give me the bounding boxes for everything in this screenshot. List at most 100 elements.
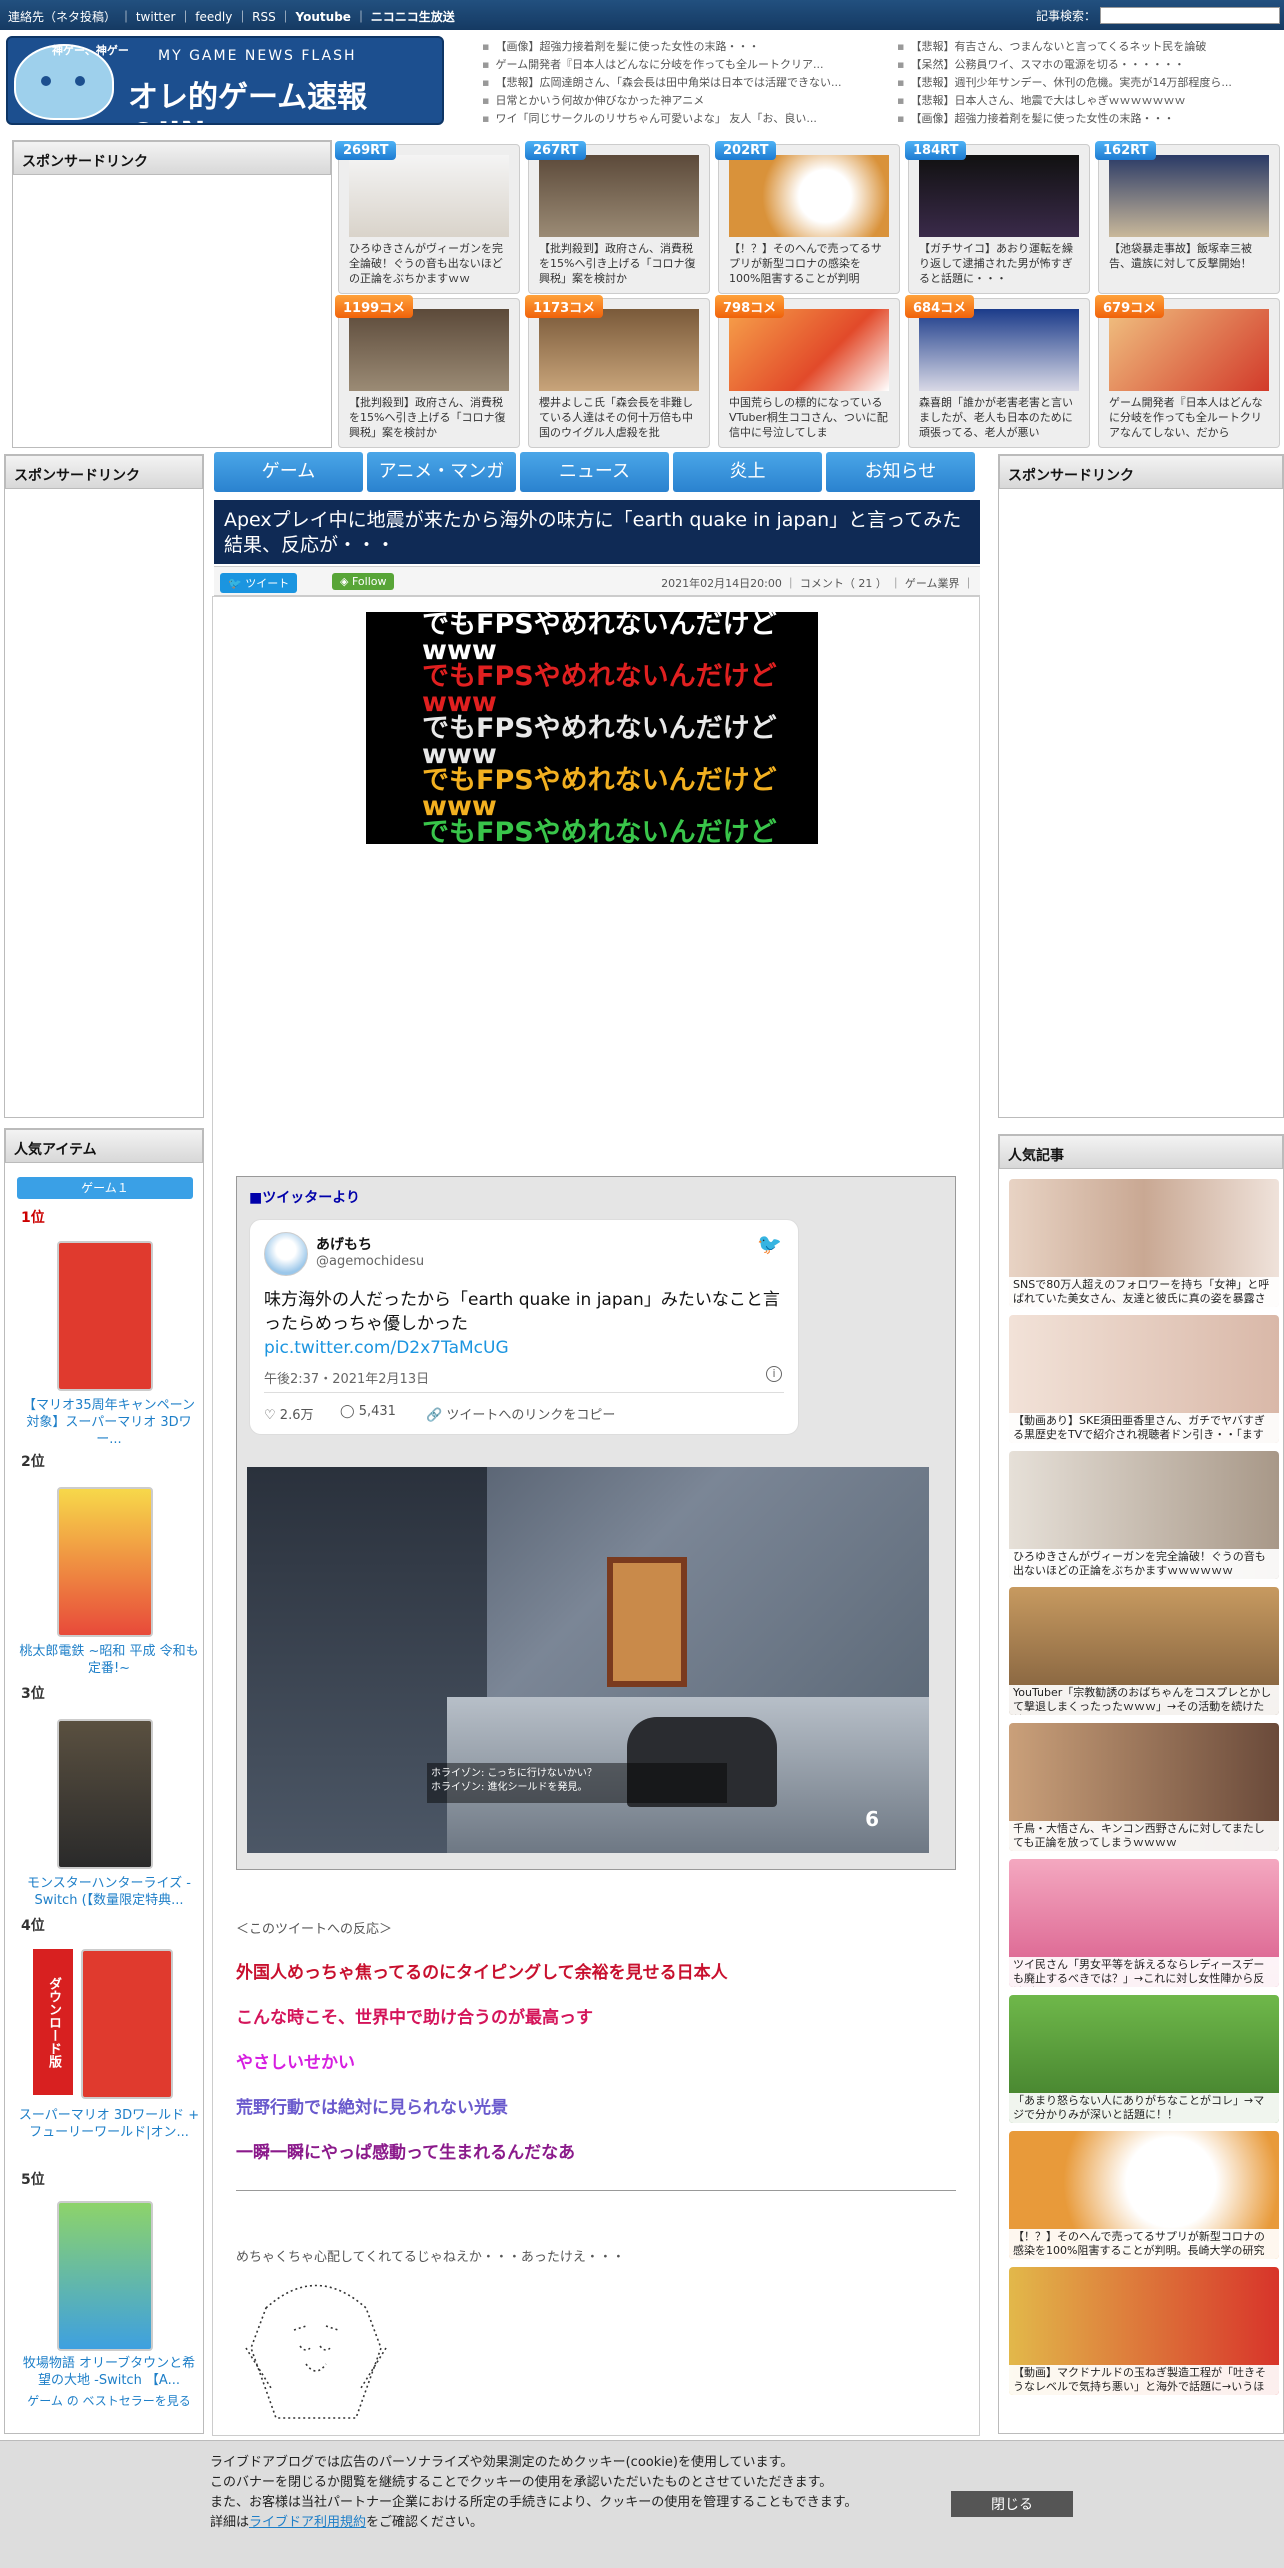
- product-image[interactable]: [57, 1719, 153, 1869]
- popular-article-item[interactable]: 【動画あり】SKE須田亜香里さん、ガチでヤバすぎる黒歴史をTVで紹介され視聴者ド…: [1009, 1315, 1279, 1443]
- avatar[interactable]: [264, 1232, 308, 1276]
- headline-item[interactable]: ▪ ゲーム開発者『日本人はどんなに分岐を作っても全ルートクリア...: [482, 56, 882, 74]
- popular-article-item[interactable]: 【！？】そのへんで売ってるサプリが新型コロナの感染を100%阻害することが判明。…: [1009, 2131, 1279, 2259]
- card-title: 櫻井よしこ氏「森会長を非難している人達はその何十万倍も中国のウイグル人虐殺を批: [539, 396, 693, 439]
- popular-article-item[interactable]: 千鳥・大悟さん、キンコン西野さんに対してまたしても正論を放ってしまうｗｗｗｗ: [1009, 1723, 1279, 1851]
- reactions-heading: ＜このツイートへの反応＞: [236, 1922, 393, 1937]
- rt-badge: 202RT: [715, 141, 777, 160]
- download-ribbon: ダウンロード版: [33, 1949, 73, 2095]
- product-image[interactable]: [57, 1487, 153, 1637]
- headline-item[interactable]: ▪ 【悲報】広岡達朗さん、「森会長は田中角栄は日本では活躍できない...: [482, 74, 882, 92]
- tweet-link[interactable]: pic.twitter.com/D2x7TaMcUG: [264, 1338, 509, 1358]
- headline-item[interactable]: ▪ ワイ「同じサークルのリサちゃん可愛いよな」 友人「お、良い...: [482, 110, 882, 128]
- product-image[interactable]: [57, 1241, 153, 1391]
- popular-article-item[interactable]: 【動画】マクドナルドの玉ねぎ製造工程が「吐きそうなレベルで気持ち悪い」と海外で話…: [1009, 2267, 1279, 2395]
- card-thumbnail: [539, 155, 699, 237]
- ranking-card[interactable]: 684コメ 森喜朗「誰かが老害老害と言いましたが、老人も日本のために頑張ってる、…: [905, 295, 1090, 448]
- popular-article-title: ひろゆきさんがヴィーガンを完全論破！ぐうの音も出ないほどの正論をぶちかますｗｗｗ…: [1009, 1549, 1279, 1579]
- video-subtitle-line: でもFPSやめれないんだけどwww: [422, 817, 777, 844]
- popular-article-item[interactable]: ひろゆきさんがヴィーガンを完全論破！ぐうの音も出ないほどの正論をぶちかますｗｗｗ…: [1009, 1451, 1279, 1579]
- ranking-card[interactable]: 267RT 【批判殺到】政府さん、消費税を15%へ引き上げる「コロナ復興税」案を…: [525, 141, 710, 294]
- sponsor-title: スポンサードリンク: [13, 141, 331, 175]
- rank-label: 4位: [21, 1918, 45, 1934]
- reaction-comment: やさしいせかい: [236, 2053, 355, 2073]
- popular-article-item[interactable]: 「あまり怒らない人にありがちなことがコレ」→マジで分かりみが深いと話題に！！: [1009, 1995, 1279, 2123]
- close-cookie-button[interactable]: 閉じる: [951, 2491, 1073, 2517]
- product-title[interactable]: モンスターハンターライズ -Switch (【数量限定特典...: [17, 1875, 201, 1909]
- video-embed[interactable]: でもFPSやめれないんだけどwww でもFPSやめれないんだけどwww でもFPSや…: [366, 612, 818, 844]
- tweet-button[interactable]: 🐦 ツイート: [220, 573, 298, 593]
- rank-label: 2位: [21, 1454, 45, 1470]
- bestseller-link[interactable]: ゲーム の ベストセラーを見る: [17, 2393, 201, 2410]
- headline-item[interactable]: ▪ 【画像】超強力接着剤を髪に使った女性の末路・・・: [897, 110, 1284, 128]
- ranking-card[interactable]: 269RT ひろゆきさんがヴィーガンを完全論破！ぐうの音も出ないほどの正論をぶち…: [335, 141, 520, 294]
- headline-item[interactable]: ▪ 【呆然】公務員ワイ、スマホの電源を切る・・・・・・: [897, 56, 1284, 74]
- article-title: Apexプレイ中に地震が来たから海外の味方に「earth quake in ja…: [214, 500, 980, 564]
- twitter-logo-icon[interactable]: 🐦: [757, 1232, 782, 1256]
- nav-news[interactable]: ニュース: [520, 452, 669, 492]
- tweet-author-name[interactable]: あげもち: [316, 1234, 372, 1254]
- game-tab[interactable]: ゲーム１: [17, 1177, 193, 1199]
- popular-article-item[interactable]: ツイ民さん「男女平等を訴えるならレディースデーも廃止するべきでは？」→これに対し…: [1009, 1859, 1279, 1987]
- reply-button[interactable]: ◯ 5,431: [340, 1404, 396, 1419]
- rt-badge: 162RT: [1095, 141, 1157, 160]
- headline-item[interactable]: ▪ 【画像】超強力接着剤を髪に使った女性の末路・・・: [482, 38, 882, 56]
- ranking-card[interactable]: 679コメ ゲーム開発者『日本人はどんなに分岐を作っても全ルートクリアなんてしな…: [1095, 295, 1280, 448]
- headline-item[interactable]: ▪ 【悲報】週刊少年サンデー、休刊の危機。実売が14万部程度ら...: [897, 74, 1284, 92]
- feedly-link[interactable]: feedly: [195, 10, 232, 24]
- popular-items-title: 人気アイテム: [5, 1129, 203, 1163]
- search-input[interactable]: [1100, 7, 1280, 24]
- ranking-card[interactable]: 1199コメ 【批判殺到】政府さん、消費税を15%へ引き上げる「コロナ復興税」案…: [335, 295, 520, 448]
- comment-badge: 1173コメ: [525, 295, 604, 318]
- like-button[interactable]: ♡ 2.6万: [264, 1404, 313, 1423]
- aa-caption: めちゃくちゃ心配してくれてるじゃねえか・・・あったけえ・・・: [236, 2250, 625, 2265]
- terms-link[interactable]: ライブドア利用規約: [249, 2515, 366, 2530]
- nav-anime-manga[interactable]: アニメ・マンガ: [367, 452, 516, 492]
- product-title[interactable]: スーパーマリオ 3Dワールド + フューリーワールド|オン...: [17, 2107, 201, 2141]
- popular-article-item[interactable]: YouTuber「宗教勧誘のおばちゃんをコスプレとかして撃退しまくったったｗｗｗ…: [1009, 1587, 1279, 1715]
- follow-button[interactable]: ◈ Follow: [332, 573, 395, 590]
- contact-link[interactable]: 連絡先（ネタ投稿）: [8, 10, 116, 24]
- sponsor-title: スポンサードリンク: [5, 455, 203, 489]
- ranking-card[interactable]: 798コメ 中国荒らしの標的になっているVTuber桐生ココさん、ついに配信中に…: [715, 295, 900, 448]
- tweet-game-screenshot[interactable]: ホライゾン: こっちに行けないかい？ ホライゾン: 進化シールドを発見。 6: [247, 1467, 929, 1853]
- ranking-card[interactable]: 1173コメ 櫻井よしこ氏「森会長を非難している人達はその何十万倍も中国のウイグ…: [525, 295, 710, 448]
- site-logo[interactable]: 神ゲー、神ゲー MY GAME NEWS FLASH オレ的ゲーム速報@JIN: [6, 36, 444, 125]
- headline-item[interactable]: ▪ 【悲報】有吉さん、つまんないと言ってくるネット民を論破: [897, 38, 1284, 56]
- sponsor-box-left: スポンサードリンク: [4, 454, 204, 1118]
- nav-game[interactable]: ゲーム: [214, 452, 363, 492]
- popular-article-item[interactable]: SNSで80万人超えのフォロワーを持ち「女神」と呼ばれていた美女さん、友達と彼氏…: [1009, 1179, 1279, 1307]
- ranking-card[interactable]: 184RT 【ガチサイコ】あおり運転を繰り返して逮捕された男が怖すぎると話題に・…: [905, 141, 1090, 294]
- product-title[interactable]: 牧場物語 オリーブタウンと希望の大地 -Switch 【A...: [17, 2355, 201, 2389]
- youtube-link[interactable]: Youtube: [296, 10, 351, 24]
- product-image[interactable]: [57, 2201, 153, 2351]
- product-image[interactable]: [81, 1949, 173, 2099]
- copy-link-button[interactable]: 🔗 ツイートへのリンクをコピー: [426, 1404, 615, 1423]
- video-subtitle-line: でもFPSやめれないんだけどwww: [422, 661, 777, 718]
- nav-notice[interactable]: お知らせ: [826, 452, 975, 492]
- twitter-link[interactable]: twitter: [136, 10, 176, 24]
- tweet-author-handle[interactable]: @agemochidesu: [316, 1254, 424, 1269]
- info-icon[interactable]: i: [766, 1366, 782, 1382]
- nav-enjo[interactable]: 炎上: [673, 452, 822, 492]
- cookie-banner: ライブドアブログでは広告のパーソナライズや効果測定のためクッキー(cookie)…: [0, 2440, 1284, 2568]
- card-title: 【！？】そのへんで売ってるサプリが新型コロナの感染を100%阻害することが判明: [729, 242, 882, 285]
- ranking-card[interactable]: 202RT 【！？】そのへんで売ってるサプリが新型コロナの感染を100%阻害する…: [715, 141, 900, 294]
- tweet-card[interactable]: あげもち @agemochidesu 🐦 味方海外の人だったから「earth q…: [249, 1219, 799, 1435]
- link-icon: 🔗: [426, 1408, 443, 1423]
- niconico-link[interactable]: ニコニコ生放送: [371, 10, 455, 24]
- ranking-card[interactable]: 162RT 【池袋暴走事故】飯塚幸三被告、遺族に対して反撃開始！: [1095, 141, 1280, 294]
- product-title[interactable]: 【マリオ35周年キャンペーン対象】スーパーマリオ 3Dワー...: [17, 1397, 201, 1448]
- card-thumbnail: [919, 309, 1079, 391]
- rank-label: 3位: [21, 1686, 45, 1702]
- product-title[interactable]: 桃太郎電鉄 ~昭和 平成 令和も定番!~: [17, 1643, 201, 1677]
- video-subtitle-line: でもFPSやめれないんだけどwww: [422, 612, 777, 666]
- twitter-section-label: ■ツイッターより: [249, 1190, 360, 1206]
- headline-item[interactable]: ▪ 【悲報】日本人さん、地震で大はしゃぎｗｗｗｗｗｗｗ: [897, 92, 1284, 110]
- headline-item[interactable]: ▪ 日常とかいう何故か伸びなかった神アニメ: [482, 92, 882, 110]
- tweet-time[interactable]: 午後2:37・2021年2月13日: [264, 1368, 429, 1387]
- reaction-comment: 一瞬一瞬にやっぱ感動って生まれるんだなあ: [236, 2143, 576, 2163]
- tweet-text: 味方海外の人だったから「earth quake in japan」みたいなこと言…: [264, 1290, 780, 1334]
- popular-article-title: 「あまり怒らない人にありがちなことがコレ」→マジで分かりみが深いと話題に！！: [1009, 2093, 1279, 2123]
- rss-link[interactable]: RSS: [252, 10, 276, 24]
